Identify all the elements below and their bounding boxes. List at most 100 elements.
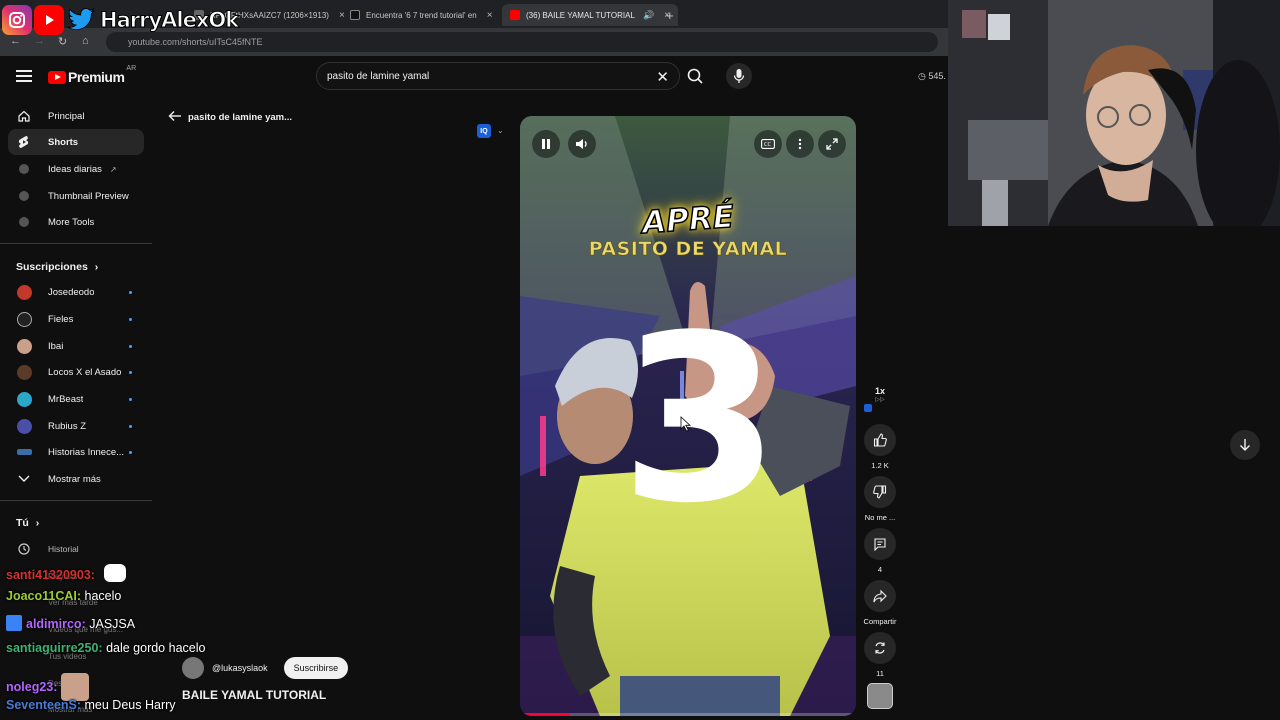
new-content-dot [129, 424, 132, 428]
channel-name[interactable]: @lukasyslaok [212, 663, 268, 673]
close-tab-icon[interactable]: × [339, 10, 345, 21]
video-progress-bar[interactable] [520, 713, 856, 716]
thumb-up-icon [864, 424, 896, 456]
face-emote-icon [60, 673, 89, 701]
sidebar-sub-ibai[interactable]: Ibai [8, 333, 144, 359]
view-counter: ◷ 545. [918, 71, 946, 82]
home-icon [16, 108, 32, 124]
chevron-down-icon[interactable]: ⌄ [497, 126, 504, 135]
browser-tab[interactable]: Encuentra '6 7 trend tutorial' en × [350, 4, 493, 26]
new-tab-button[interactable]: + [666, 4, 674, 26]
sidebar-sub-historias-innecesarias[interactable]: Historias Innece... [8, 439, 144, 465]
iq-speed-badge-icon [864, 404, 872, 412]
sidebar-item-label: Josedeodo [48, 286, 95, 298]
chat-username: Joaco11CAI: [6, 589, 82, 603]
sidebar-item-principal[interactable]: Principal [8, 103, 144, 129]
twitter-icon [66, 5, 96, 35]
playback-speed-button[interactable]: 1x ▷▷ [862, 386, 898, 403]
shorts-video-player[interactable]: CC APRÉ PASITO DE YAMAL 3 [520, 116, 856, 716]
subscriptions-heading[interactable]: Suscripciones › [16, 261, 98, 273]
like-count: 1.2 K [871, 461, 889, 470]
sound-thumbnail[interactable] [867, 683, 893, 709]
sidebar-sub-mrbeast[interactable]: MrBeast [8, 386, 144, 412]
sidebar-item-ideas[interactable]: Ideas diarias ↗ [8, 156, 144, 182]
sidebar-item-historial[interactable]: Historial [8, 536, 144, 562]
sidebar-item-label: Fieles [48, 313, 74, 325]
remix-icon [864, 632, 896, 664]
mic-icon [733, 69, 745, 83]
menu-icon[interactable] [16, 70, 32, 85]
sidebar-item-label: Historial [48, 544, 79, 554]
countdown-number: 3 [620, 287, 781, 554]
mouse-cursor-icon [680, 416, 692, 432]
sidebar-item-thumbnail-preview[interactable]: Thumbnail Preview [8, 183, 144, 209]
captions-button[interactable]: CC [754, 130, 782, 158]
chevron-right-icon: › [94, 261, 99, 273]
ideas-icon [16, 161, 32, 177]
next-short-button[interactable] [1230, 430, 1260, 460]
sidebar-item-label: Locos X el Asado [48, 366, 122, 378]
sidebar-item-more-tools[interactable]: More Tools [8, 209, 144, 235]
instagram-icon [2, 5, 32, 35]
search-button[interactable] [680, 62, 710, 90]
avatar [16, 311, 32, 327]
avatar [16, 391, 32, 407]
sidebar-sub-rubius-z[interactable]: Rubius Z [8, 413, 144, 439]
remix-button[interactable]: 11 [862, 632, 898, 678]
sidebar-item-label: Ibai [48, 340, 64, 352]
sidebar-item-label: Thumbnail Preview [48, 190, 129, 202]
browser-tab-active[interactable]: (36) BAILE YAMAL TUTORIAL 🔊 × [502, 4, 678, 26]
sidebar-sub-josedeodo[interactable]: Josedeodo [8, 279, 144, 305]
avatar [16, 444, 32, 460]
close-tab-icon[interactable]: × [487, 10, 493, 21]
new-content-dot [129, 450, 132, 454]
ghost-emote-icon [104, 564, 127, 582]
expand-icon [826, 138, 838, 150]
iq-extension-icon[interactable]: IQ [477, 124, 491, 138]
sidebar-item-label: Mostrar más [48, 473, 101, 485]
youtube-play-icon [48, 70, 66, 84]
channel-avatar[interactable] [182, 657, 204, 679]
volume-button[interactable] [568, 130, 596, 158]
logo-text: Premium [68, 69, 125, 85]
tab-title: (36) BAILE YAMAL TUTORIAL [526, 10, 635, 20]
chat-username: noleg23: [6, 680, 58, 694]
share-button[interactable]: Compartir [862, 580, 898, 626]
search-input[interactable]: pasito de lamine yamal [327, 71, 429, 82]
like-button[interactable]: 1.2 K [862, 424, 898, 470]
subscribe-button[interactable]: Suscribirse [283, 657, 349, 679]
pause-button[interactable] [532, 130, 560, 158]
sidebar-item-label: Ideas diarias [48, 163, 102, 175]
sidebar-sub-fieles[interactable]: Fieles [8, 306, 144, 332]
video-title[interactable]: BAILE YAMAL TUTORIAL [182, 688, 326, 702]
search-box[interactable]: pasito de lamine yamal ✕ [316, 62, 680, 90]
more-options-button[interactable] [786, 130, 814, 158]
chat-message: Joaco11CAI: hacelo [6, 589, 121, 603]
sidebar-item-label: Historias Innece... [48, 446, 124, 458]
sidebar-show-more[interactable]: Mostrar más [8, 466, 144, 492]
clear-search-icon[interactable]: ✕ [656, 68, 669, 86]
voice-search-button[interactable] [726, 63, 752, 89]
sidebar-item-shorts[interactable]: Shorts [8, 129, 144, 155]
avatar [16, 338, 32, 354]
sidebar-sub-locos-x-el-asado[interactable]: Locos X el Asado [8, 359, 144, 385]
chat-message: SeventeenS: meu Deus Harry [6, 698, 176, 712]
chat-message: santi41320903: [6, 564, 127, 582]
country-code: AR [126, 64, 137, 72]
playback-speed-label: 1x [874, 386, 885, 396]
fullscreen-button[interactable] [818, 130, 846, 158]
sidebar-item-label: Rubius Z [48, 420, 87, 432]
speaker-icon[interactable]: 🔊 [643, 10, 654, 21]
subscriber-badge-icon [6, 615, 22, 631]
chat-text: JASJSA [89, 617, 136, 631]
dislike-button[interactable]: No me ... [862, 476, 898, 522]
history-icon [16, 541, 32, 557]
comment-icon [864, 528, 896, 560]
external-link-icon: ↗ [109, 164, 117, 174]
new-content-dot [129, 344, 132, 348]
youtube-logo[interactable]: Premium AR [48, 65, 136, 85]
comments-button[interactable]: 4 [862, 528, 898, 574]
you-heading[interactable]: Tú › [16, 517, 39, 529]
back-to-search[interactable]: pasito de lamine yam... [168, 110, 292, 125]
chat-message: aldimirco: JASJSA [6, 615, 135, 631]
